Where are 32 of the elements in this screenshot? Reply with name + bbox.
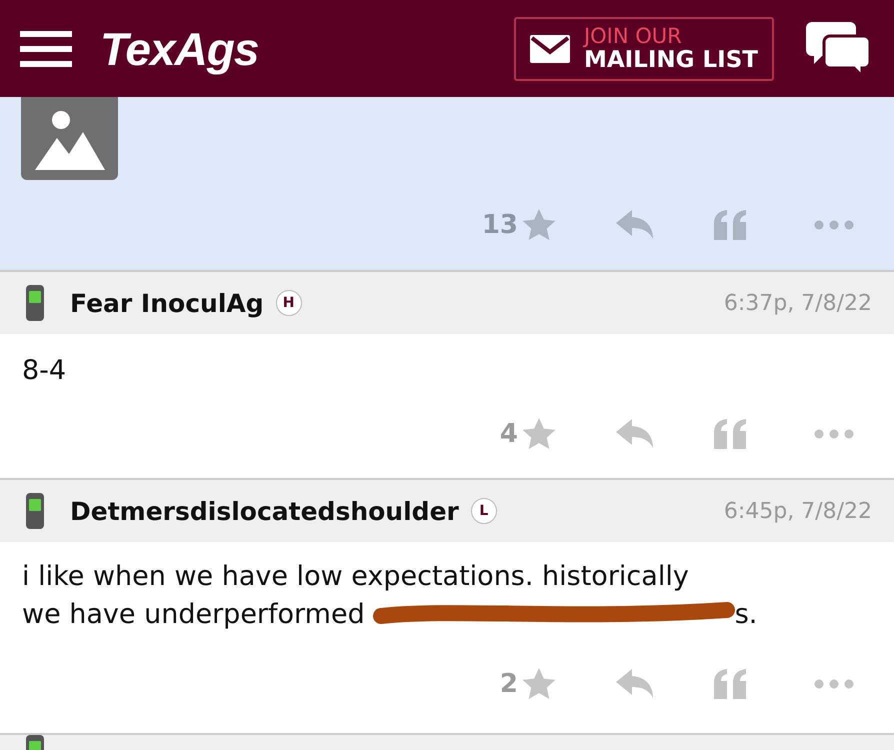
star-icon [522, 209, 556, 241]
quote-button[interactable] [714, 419, 748, 449]
site-logo[interactable]: TexAgs [100, 22, 258, 76]
phone-icon [24, 285, 46, 321]
like-count: 2 [500, 668, 518, 698]
star-icon [522, 418, 556, 450]
reply-button[interactable] [616, 419, 654, 449]
like-count: 13 [482, 210, 518, 240]
chat-icon[interactable] [806, 22, 870, 76]
username[interactable]: Detmersdislocatedshoulder [70, 496, 459, 526]
more-button[interactable] [814, 429, 854, 439]
user-badge: H [276, 290, 302, 316]
envelope-icon [530, 34, 570, 62]
username[interactable]: Fear InoculAg [70, 288, 264, 318]
reply-button[interactable] [616, 210, 654, 240]
post-time: 6:45p, 7/8/22 [724, 498, 872, 524]
post-text: s. [734, 598, 758, 632]
reply-button[interactable] [616, 668, 654, 698]
post-text: i like when we have low expectations. historically [22, 560, 690, 594]
quote-button[interactable] [714, 210, 748, 240]
phone-icon [24, 493, 46, 529]
like-count: 4 [500, 419, 518, 449]
star-icon [522, 668, 556, 700]
more-button[interactable] [814, 678, 854, 688]
quote-button[interactable] [714, 668, 748, 698]
menu-icon[interactable] [20, 28, 72, 68]
more-button[interactable] [814, 220, 854, 230]
mailing-list-button[interactable]: JOIN OUR MAILING LIST [514, 16, 774, 80]
post-text: 8-4 [22, 355, 66, 386]
post-text: we have underperformed [22, 598, 365, 632]
user-badge: L [470, 498, 497, 524]
post-time: 6:37p, 7/8/22 [724, 290, 872, 316]
